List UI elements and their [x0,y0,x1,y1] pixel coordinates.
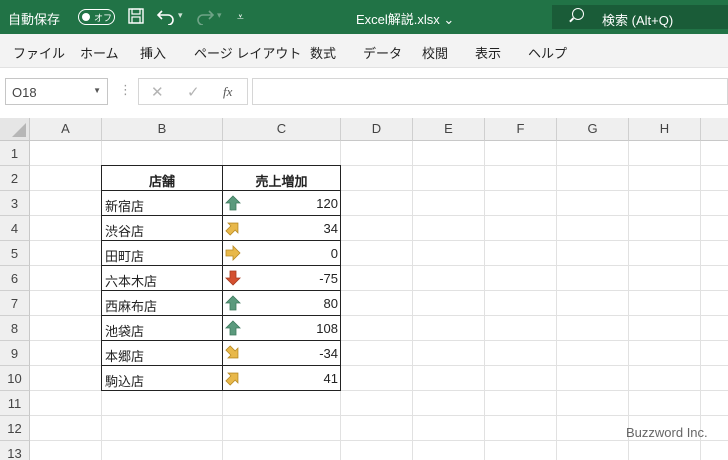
arrow-down-right-icon [225,345,239,359]
arrow-up-icon [225,195,241,211]
search-box[interactable]: 検索 (Alt+Q) [552,5,728,29]
file-name-text: Excel解説.xlsx [356,12,440,27]
store-cell[interactable]: 新宿店 [105,196,144,215]
title-bar: 自動保存 オフ ▾ ▾ ⩡ Excel解説.xlsx ⌄ 検索 (Alt+Q) [0,0,728,34]
toggle-knob [82,13,90,21]
row-header-6[interactable]: 6 [0,266,30,291]
tab-home[interactable]: ホーム [80,43,119,62]
row-header-7[interactable]: 7 [0,291,30,316]
search-placeholder: 検索 (Alt+Q) [602,13,674,28]
header-sales-increase[interactable]: 売上増加 [223,171,340,190]
arrow-right-icon [225,245,241,261]
formula-bar: O18 ▼ ⋮ ✕ ✓ fx [0,68,728,118]
name-box-dropdown-icon[interactable]: ▼ [93,86,101,95]
row-header-8[interactable]: 8 [0,316,30,341]
store-cell[interactable]: 池袋店 [105,321,144,340]
store-cell[interactable]: 田町店 [105,246,144,265]
row-header-3[interactable]: 3 [0,191,30,216]
column-header-e[interactable]: E [413,118,485,141]
column-header-d[interactable]: D [341,118,413,141]
file-name[interactable]: Excel解説.xlsx ⌄ [356,9,454,28]
row-header-9[interactable]: 9 [0,341,30,366]
store-cell[interactable]: 渋谷店 [105,221,144,240]
row-header-13[interactable]: 13 [0,441,30,460]
row-header-5[interactable]: 5 [0,241,30,266]
row-header-4[interactable]: 4 [0,216,30,241]
file-name-caret-icon: ⌄ [443,12,455,27]
store-cell[interactable]: 本郷店 [105,346,144,365]
name-box-value: O18 [12,85,37,100]
arrow-up-right-icon [225,372,239,386]
row-header-10[interactable]: 10 [0,366,30,391]
redo-icon[interactable] [195,7,215,31]
tab-insert[interactable]: 挿入 [140,43,166,62]
column-header-i[interactable] [701,118,728,141]
column-header-h[interactable]: H [629,118,701,141]
column-header-c[interactable]: C [223,118,341,141]
row-header-12[interactable]: 12 [0,416,30,441]
store-cell[interactable]: 駒込店 [105,371,144,390]
tab-file[interactable]: ファイル [13,43,65,62]
tab-data[interactable]: データ [363,43,402,62]
more-icon[interactable]: ⋮ [119,82,132,98]
row-header-1[interactable]: 1 [0,141,30,166]
store-cell[interactable]: 六本木店 [105,271,157,290]
tab-page-layout[interactable]: ページ レイアウト [194,43,301,62]
undo-icon[interactable] [156,7,176,31]
name-box[interactable]: O18 ▼ [5,78,108,105]
column-header-b[interactable]: B [102,118,223,141]
tab-view[interactable]: 表示 [475,43,501,62]
row-header-11[interactable]: 11 [0,391,30,416]
store-cell[interactable]: 西麻布店 [105,296,157,315]
formula-buttons: ✕ ✓ fx [138,78,248,105]
select-all-button[interactable] [0,118,30,141]
enter-icon[interactable]: ✓ [187,83,200,101]
arrow-up-icon [225,320,241,336]
customize-qat-icon[interactable]: ⩡ [237,7,244,27]
save-icon[interactable] [127,7,145,31]
row-header-2[interactable]: 2 [0,166,30,191]
autosave-state: オフ [94,13,113,23]
column-header-a[interactable]: A [30,118,102,141]
redo-dropdown-icon[interactable]: ▾ [217,10,222,21]
insert-function-icon[interactable]: fx [223,84,232,100]
ribbon-tabs: ファイル ホーム 挿入 ページ レイアウト 数式 データ 校閲 表示 ヘルプ [0,34,728,68]
formula-input[interactable] [252,78,728,105]
watermark: Buzzword Inc. [626,425,708,440]
search-icon [572,8,584,20]
autosave-toggle[interactable]: オフ [78,9,115,25]
tab-formulas[interactable]: 数式 [310,43,336,62]
column-header-g[interactable]: G [557,118,629,141]
undo-dropdown-icon[interactable]: ▾ [178,10,183,21]
header-store[interactable]: 店舗 [102,171,222,190]
cancel-icon[interactable]: ✕ [151,83,164,101]
arrow-up-right-icon [225,222,239,236]
arrow-down-icon [225,270,241,286]
autosave-label: 自動保存 [8,12,61,27]
arrow-up-icon [225,295,241,311]
tab-help[interactable]: ヘルプ [528,43,567,62]
tab-review[interactable]: 校閲 [422,43,448,62]
column-header-f[interactable]: F [485,118,557,141]
